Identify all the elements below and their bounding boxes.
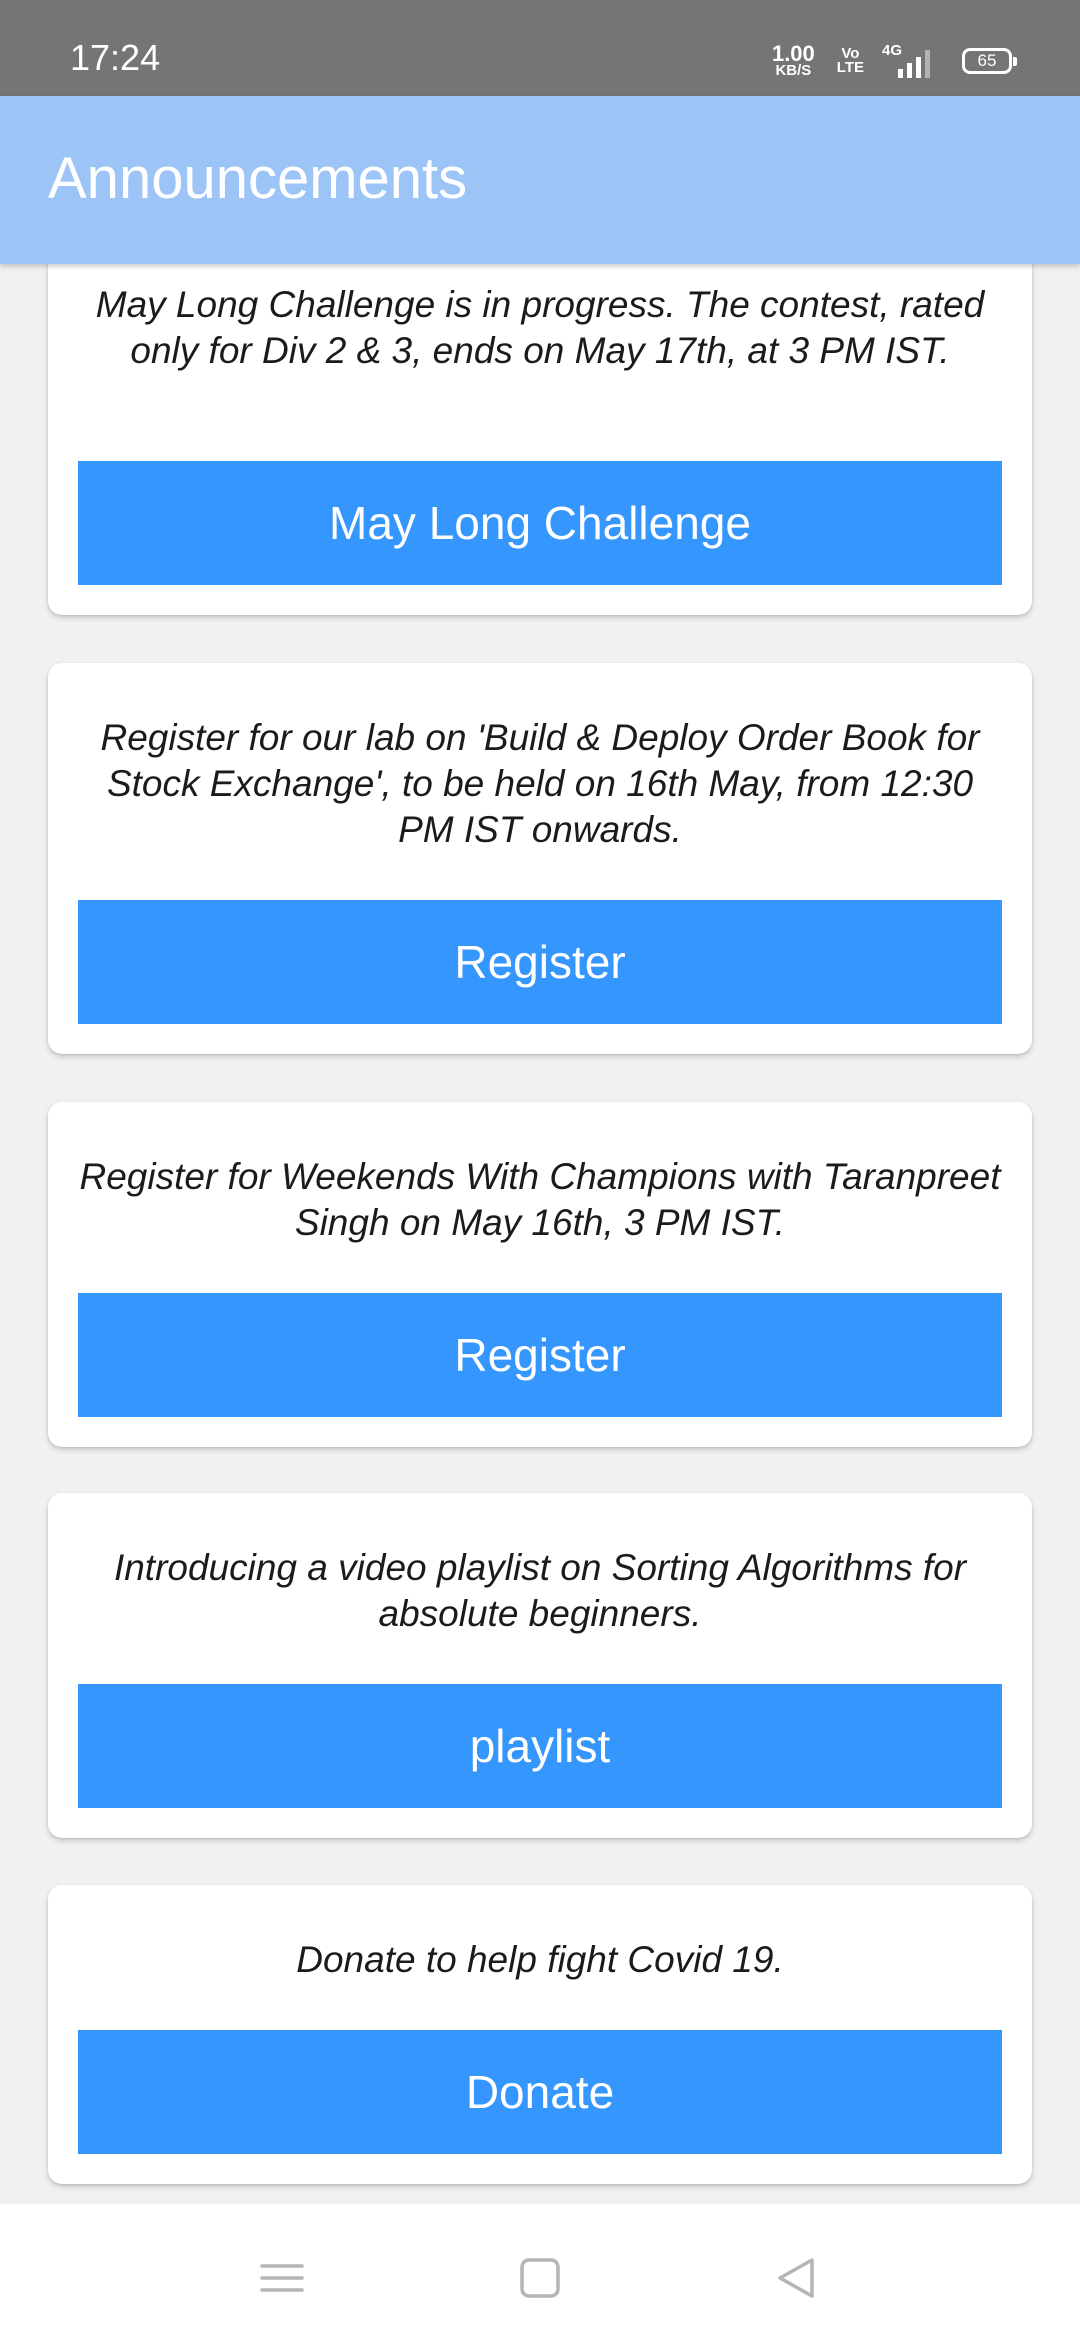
announcement-text: Register for Weekends With Champions wit… <box>79 1156 1001 1243</box>
register-weekends-button[interactable]: Register <box>78 1293 1002 1417</box>
network-speed-indicator: 1.00 KB/S <box>772 43 815 80</box>
announcement-card: Register for Weekends With Champions wit… <box>48 1102 1032 1447</box>
battery-icon: 65 <box>962 48 1017 74</box>
announcement-card: May Long Challenge is in progress. The c… <box>48 264 1032 615</box>
page-title: Announcements <box>48 146 468 211</box>
signal-bars <box>898 50 930 78</box>
app-bar: Announcements <box>0 96 1080 264</box>
announcement-card: Donate to help fight Covid 19. Donate <box>48 1885 1032 2184</box>
home-square-icon[interactable] <box>516 2254 564 2302</box>
signal-icon: 4G <box>882 42 938 78</box>
announcement-card: Register for our lab on 'Build & Deploy … <box>48 663 1032 1054</box>
status-bar: 17:24 1.00 KB/S Vo LTE 4G 65 <box>0 0 1080 96</box>
may-long-challenge-button[interactable]: May Long Challenge <box>78 461 1002 585</box>
playlist-button[interactable]: playlist <box>78 1684 1002 1808</box>
announcement-card: Introducing a video playlist on Sorting … <box>48 1493 1032 1838</box>
announcement-text: Introducing a video playlist on Sorting … <box>113 1547 967 1634</box>
back-triangle-icon[interactable] <box>772 2254 820 2302</box>
status-icons: 1.00 KB/S Vo LTE 4G 65 <box>772 42 1017 80</box>
announcement-text: Donate to help fight Covid 19. <box>296 1939 784 1980</box>
donate-button[interactable]: Donate <box>78 2030 1002 2154</box>
navigation-bar <box>0 2204 1080 2340</box>
status-time: 17:24 <box>70 37 161 78</box>
announcement-list[interactable]: May Long Challenge is in progress. The c… <box>0 264 1080 2204</box>
volte-icon: Vo LTE <box>836 46 864 76</box>
volte-bottom-label: LTE <box>836 59 864 76</box>
register-lab-button[interactable]: Register <box>78 900 1002 1024</box>
menu-icon[interactable] <box>258 2254 306 2302</box>
announcement-text: May Long Challenge is in progress. The c… <box>95 284 985 371</box>
announcement-text: Register for our lab on 'Build & Deploy … <box>100 717 980 850</box>
battery-level: 65 <box>977 51 997 70</box>
network-speed-unit: KB/S <box>775 62 812 80</box>
screen: 17:24 1.00 KB/S Vo LTE 4G 65 Announcemen… <box>0 0 1080 2340</box>
